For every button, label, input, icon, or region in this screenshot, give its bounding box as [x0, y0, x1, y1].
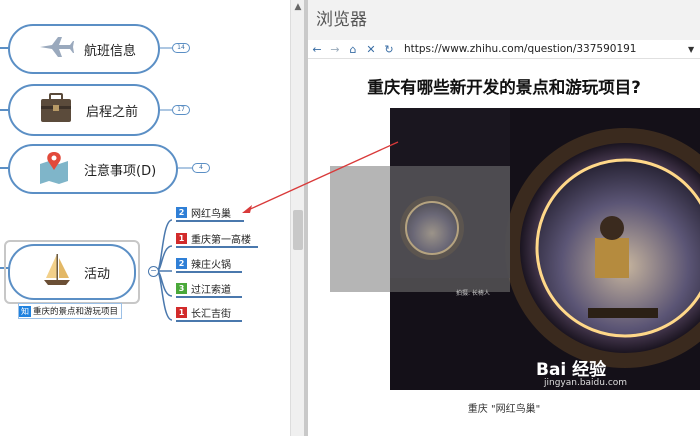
- scrollbar-thumb[interactable]: [293, 210, 303, 250]
- hyperlink-text: 重庆的景点和游玩项目: [33, 307, 119, 317]
- briefcase-icon: [40, 93, 74, 127]
- stop-icon[interactable]: ✕: [362, 40, 380, 58]
- refresh-icon[interactable]: ↻: [380, 40, 398, 58]
- subtopic-item[interactable]: 1 重庆第一高楼: [176, 230, 258, 248]
- vertical-scrollbar[interactable]: ▲: [290, 0, 305, 436]
- sailboat-icon: [42, 252, 76, 292]
- priority-marker: 1: [176, 232, 187, 244]
- child-count-badge[interactable]: 14: [172, 43, 190, 53]
- subtopic-label: 网红鸟巢: [191, 208, 231, 220]
- page-title: 重庆有哪些新开发的景点和游玩项目?: [367, 78, 641, 97]
- topic-flight-info[interactable]: 航班信息: [8, 24, 160, 74]
- browser-pane: 浏览器 ← → ⌂ ✕ ↻ https://www.zhihu.com/ques…: [308, 0, 700, 436]
- subtopic-item[interactable]: 3 过江索道: [176, 280, 242, 298]
- priority-marker: 3: [176, 282, 187, 294]
- child-count-badge[interactable]: 17: [172, 105, 190, 115]
- child-count-badge[interactable]: 4: [192, 163, 210, 173]
- topic-notes[interactable]: 注意事项(D): [8, 144, 178, 194]
- subtopic-label: 过江索道: [191, 284, 231, 296]
- subtopic-connectors: [156, 219, 173, 321]
- baidu-watermark: Bai 经验: [536, 360, 607, 380]
- subtopic-label: 辣庄火锅: [191, 259, 231, 271]
- subtopic-label: 长汇吉街: [191, 308, 231, 320]
- topic-activity[interactable]: 活动: [8, 244, 136, 300]
- topic-label: 注意事项(D): [84, 163, 157, 179]
- zhihu-badge: 知: [19, 305, 31, 317]
- scroll-up-icon[interactable]: ▲: [293, 2, 303, 12]
- hyperlink-label[interactable]: 知 重庆的景点和游玩项目: [18, 303, 123, 319]
- forward-icon[interactable]: →: [326, 40, 344, 58]
- photo-caption: 重庆 "网红鸟巢": [467, 404, 541, 415]
- map-pin-icon: [38, 150, 74, 188]
- overlay-photo: [330, 166, 510, 292]
- priority-marker: 1: [176, 306, 187, 318]
- priority-marker: 2: [176, 257, 187, 269]
- topic-before-departure[interactable]: 启程之前: [8, 84, 160, 136]
- collapse-toggle[interactable]: −: [148, 266, 159, 277]
- mindmap-canvas[interactable]: 航班信息 14 启程之前 17 注意事项(D) 4 活动 − 知 重庆的景点和游…: [0, 0, 290, 436]
- browser-toolbar: ← → ⌂ ✕ ↻ https://www.zhihu.com/question…: [308, 40, 700, 59]
- priority-marker: 2: [176, 206, 187, 218]
- topic-label: 活动: [84, 266, 111, 282]
- topic-label: 航班信息: [84, 43, 137, 59]
- baidu-watermark-url: jingyan.baidu.com: [544, 378, 628, 388]
- browser-title: 浏览器: [308, 0, 700, 40]
- subtopic-item[interactable]: 2 网红鸟巢: [176, 204, 244, 222]
- address-bar[interactable]: https://www.zhihu.com/question/337590191: [404, 43, 688, 55]
- home-icon[interactable]: ⌂: [344, 40, 362, 58]
- subtopic-item[interactable]: 1 长汇吉街: [176, 304, 242, 322]
- back-icon[interactable]: ←: [308, 40, 326, 58]
- airplane-icon: [38, 36, 74, 62]
- topic-label: 启程之前: [86, 104, 139, 120]
- subtopic-label: 重庆第一高楼: [191, 234, 251, 246]
- small-caption: 拍摄: 长椅人: [456, 290, 490, 297]
- chevron-down-icon[interactable]: ▼: [688, 45, 700, 54]
- subtopic-item[interactable]: 2 辣庄火锅: [176, 255, 242, 273]
